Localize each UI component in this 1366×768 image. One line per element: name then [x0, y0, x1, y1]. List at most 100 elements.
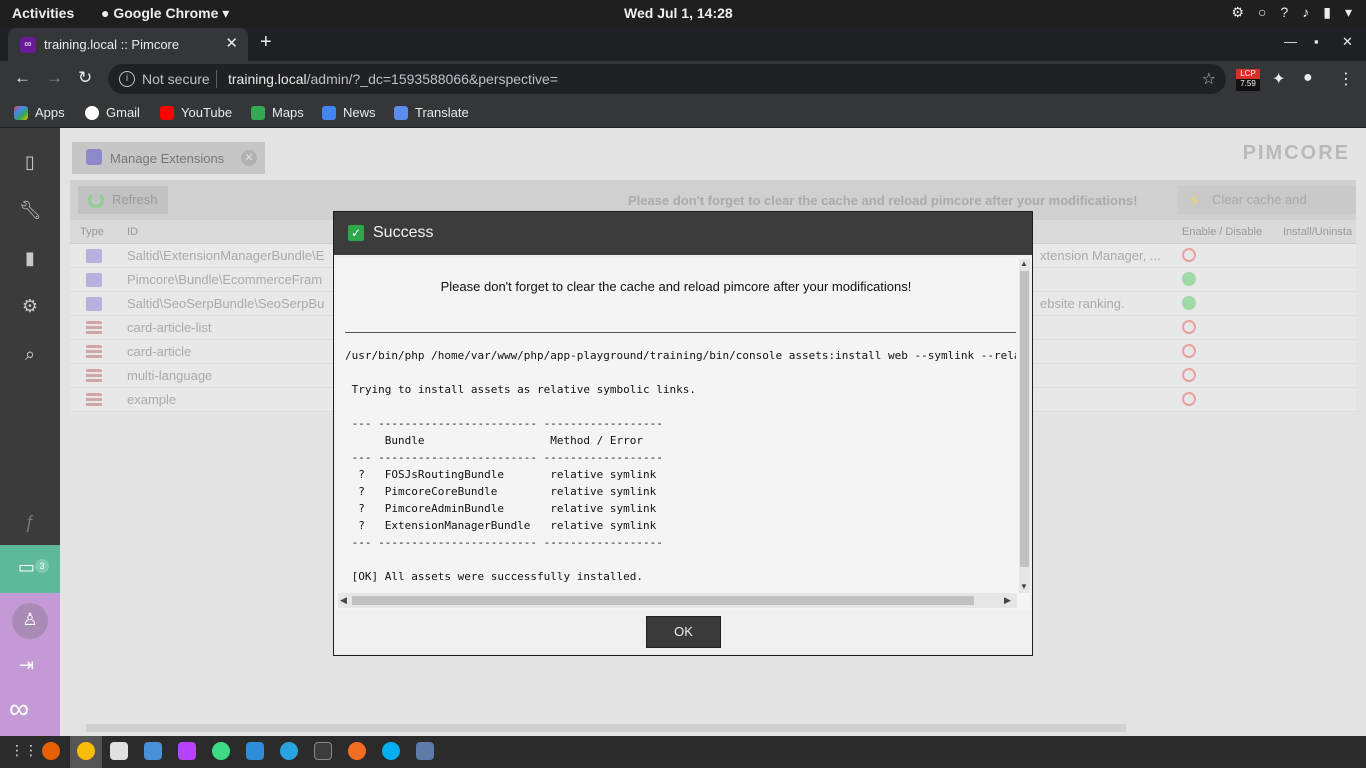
app-icon[interactable] [416, 742, 434, 760]
console-line: ? PimcoreAdminBundle relative symlink [345, 502, 657, 515]
bookmark-label: News [343, 105, 376, 120]
tab-title: training.local :: Pimcore [44, 37, 180, 52]
chevron-down-icon: ▾ [1344, 4, 1352, 20]
bookmark-star-icon[interactable]: ☆ [1202, 69, 1216, 89]
skype-icon[interactable] [382, 742, 400, 760]
text-editor-icon[interactable] [144, 742, 162, 760]
info-icon[interactable]: i [119, 71, 135, 87]
maximize-icon[interactable]: ▪ [1314, 34, 1319, 49]
column-header-enable[interactable]: Enable / Disable [1182, 226, 1262, 238]
bookmark-news[interactable]: News [322, 105, 376, 120]
horizontal-scrollbar[interactable] [86, 724, 1126, 732]
settings-gear-icon[interactable]: ⚙ [19, 296, 41, 318]
column-header-install[interactable]: Install/Uninsta [1283, 226, 1352, 238]
youtube-icon [160, 105, 174, 120]
scroll-thumb[interactable] [1020, 271, 1029, 567]
scroll-left-icon[interactable]: ◀ [340, 595, 347, 606]
chrome-toolbar: ← → ↻ i Not secure training.local/admin/… [0, 61, 1366, 97]
minimize-icon[interactable]: — [1284, 34, 1297, 49]
scroll-thumb[interactable] [352, 596, 974, 605]
scroll-right-icon[interactable]: ▶ [1004, 595, 1011, 606]
search-icon[interactable]: ⌕ [19, 344, 41, 366]
ok-button[interactable]: OK [646, 616, 721, 648]
files-icon[interactable] [110, 742, 128, 760]
url-host: training.local [228, 71, 307, 87]
disabled-icon[interactable] [1182, 320, 1196, 334]
taskbar-dock: ⋮⋮ [0, 736, 1366, 768]
extension-id: example [127, 392, 177, 407]
extension-id: multi-language [127, 368, 213, 383]
close-tab-icon[interactable]: ✕ [241, 150, 257, 166]
dialog-body: Please don't forget to clear the cache a… [336, 257, 1030, 610]
pimcore-logo-icon[interactable]: ∞ [9, 693, 29, 725]
bookmark-label: YouTube [181, 105, 233, 120]
url-text[interactable]: training.local/admin/?_dc=1593588066&per… [228, 71, 558, 87]
column-header-id[interactable]: ID [127, 226, 138, 238]
symfony-icon[interactable]: ƒ [19, 512, 41, 534]
reload-icon[interactable]: ↻ [78, 68, 92, 88]
help-icon: ? [1280, 4, 1289, 20]
disabled-icon[interactable] [1182, 392, 1196, 406]
profile-icon[interactable]: ● [1303, 69, 1313, 87]
activities-button[interactable]: Activities [12, 5, 74, 21]
address-bar[interactable]: i Not secure training.local/admin/?_dc=1… [108, 64, 1226, 94]
extensions-puzzle-icon[interactable]: ✦ [1272, 69, 1285, 89]
bookmark-gmail[interactable]: Gmail [85, 105, 140, 120]
extension-description: xtension Manager, ... [1040, 248, 1161, 263]
scroll-down-icon[interactable]: ▼ [1020, 582, 1028, 591]
app-menu[interactable]: ● Google Chrome ▾ [101, 5, 229, 22]
scroll-up-icon[interactable]: ▲ [1020, 259, 1028, 268]
terminal-icon[interactable] [314, 742, 332, 760]
extension-id: card-article-list [127, 320, 212, 335]
puzzle-icon [86, 149, 102, 165]
chrome-tabstrip: ∞ training.local :: Pimcore ✕ + — ▪ ✕ [0, 28, 1366, 61]
bookmark-label: Translate [415, 105, 469, 120]
clear-cache-button[interactable]: ⚡︎Clear cache and reload [1178, 186, 1356, 235]
lcp-extension-icon[interactable]: LCP 7.59 [1236, 69, 1260, 91]
phpstorm-icon[interactable] [178, 742, 196, 760]
bookmarks-bar: Apps Gmail YouTube Maps News Translate [0, 97, 1366, 128]
forward-icon[interactable]: → [46, 68, 63, 88]
column-header-type[interactable]: Type [80, 226, 104, 238]
documents-icon[interactable]: ▯ [19, 152, 41, 174]
tools-wrench-icon[interactable]: 🔧︎ [19, 200, 42, 222]
logout-icon[interactable]: ⇥ [19, 655, 34, 676]
back-icon[interactable]: ← [14, 68, 31, 88]
bookmark-youtube[interactable]: YouTube [160, 105, 232, 120]
bookmark-apps[interactable]: Apps [14, 105, 65, 120]
postman-icon[interactable] [348, 742, 366, 760]
app-icon[interactable] [246, 742, 264, 760]
enable-plus-icon[interactable] [1182, 296, 1196, 310]
refresh-button[interactable]: Refresh [78, 186, 168, 214]
horizontal-scrollbar[interactable]: ◀ ▶ [338, 593, 1017, 608]
telegram-icon[interactable] [280, 742, 298, 760]
bookmark-translate[interactable]: Translate [394, 105, 469, 120]
enable-plus-icon[interactable] [1182, 272, 1196, 286]
disabled-icon[interactable] [1182, 344, 1196, 358]
close-tab-icon[interactable]: ✕ [225, 34, 238, 52]
disabled-icon[interactable] [1182, 368, 1196, 382]
bookmark-maps[interactable]: Maps [251, 105, 304, 120]
vertical-scrollbar[interactable]: ▲ ▼ [1019, 259, 1030, 593]
google-icon [85, 105, 99, 120]
not-secure-label[interactable]: Not secure [142, 71, 210, 87]
notification-icon: ○ [1257, 4, 1267, 20]
notifications-button[interactable]: ▭ 3 [0, 545, 60, 593]
browser-tab[interactable]: ∞ training.local :: Pimcore ✕ [8, 28, 248, 61]
close-window-icon[interactable]: ✕ [1342, 34, 1353, 50]
disabled-icon[interactable] [1182, 248, 1196, 262]
firefox-icon[interactable] [42, 742, 60, 760]
tab-manage-extensions[interactable]: Manage Extensions ✕ [72, 142, 265, 174]
user-avatar-icon[interactable]: ♙ [12, 603, 48, 639]
app-name: Google Chrome [113, 5, 219, 21]
marketing-chart-icon[interactable]: ▮ [19, 248, 41, 270]
chrome-menu-icon[interactable]: ⋮ [1338, 69, 1354, 89]
console-line: /usr/bin/php /home/var/www/php/app-playg… [345, 349, 1016, 362]
new-tab-button[interactable]: + [260, 31, 272, 54]
show-apps-grid-icon[interactable]: ⋮⋮ [10, 742, 38, 759]
android-studio-icon[interactable] [212, 742, 230, 760]
system-tray[interactable]: ⚙ ○ ? ♪ ▮ ▾ [1231, 4, 1352, 21]
clock[interactable]: Wed Jul 1, 14:28 [624, 5, 733, 21]
chrome-icon[interactable] [77, 742, 95, 760]
